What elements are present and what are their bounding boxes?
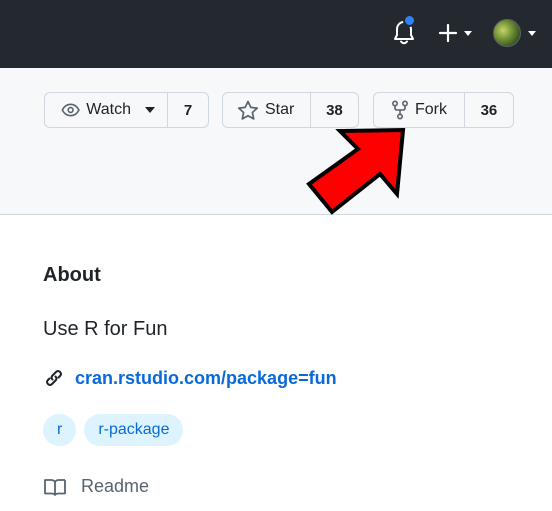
link-icon: [46, 370, 62, 386]
readme-link[interactable]: Readme: [43, 476, 149, 497]
topic-tag-r-package[interactable]: r-package: [84, 414, 184, 446]
global-header: [0, 0, 552, 68]
star-label: Star: [265, 101, 295, 118]
about-heading: About: [43, 264, 101, 286]
topic-tag-r[interactable]: r: [43, 414, 77, 446]
watch-count[interactable]: 7: [167, 93, 208, 127]
watch-button-group: Watch 7: [44, 92, 209, 128]
chevron-down-icon: [528, 31, 536, 36]
avatar: [493, 19, 521, 47]
repo-header: [0, 68, 552, 215]
red-arrow-icon: [306, 127, 406, 215]
repo-forked-icon: [391, 100, 409, 120]
eye-icon: [61, 103, 80, 117]
fork-label: Fork: [415, 101, 447, 118]
readme-label: Readme: [81, 476, 150, 496]
chevron-down-icon: [464, 31, 472, 36]
topic-list: r r-package: [43, 414, 184, 446]
plus-icon: [438, 23, 458, 43]
star-icon: [237, 100, 259, 120]
watch-button[interactable]: Watch: [45, 93, 167, 127]
repo-description: Use R for Fun: [43, 318, 168, 340]
user-menu[interactable]: [493, 19, 541, 49]
chevron-down-icon: [145, 107, 155, 113]
homepage-link-row: cran.rstudio.com/package=fun: [43, 367, 337, 389]
fork-count[interactable]: 36: [463, 93, 513, 127]
notification-indicator: [403, 14, 416, 27]
book-icon: [44, 478, 66, 496]
homepage-link[interactable]: cran.rstudio.com/package=fun: [75, 368, 337, 389]
create-new-menu[interactable]: [436, 20, 478, 46]
watch-label: Watch: [86, 101, 131, 118]
